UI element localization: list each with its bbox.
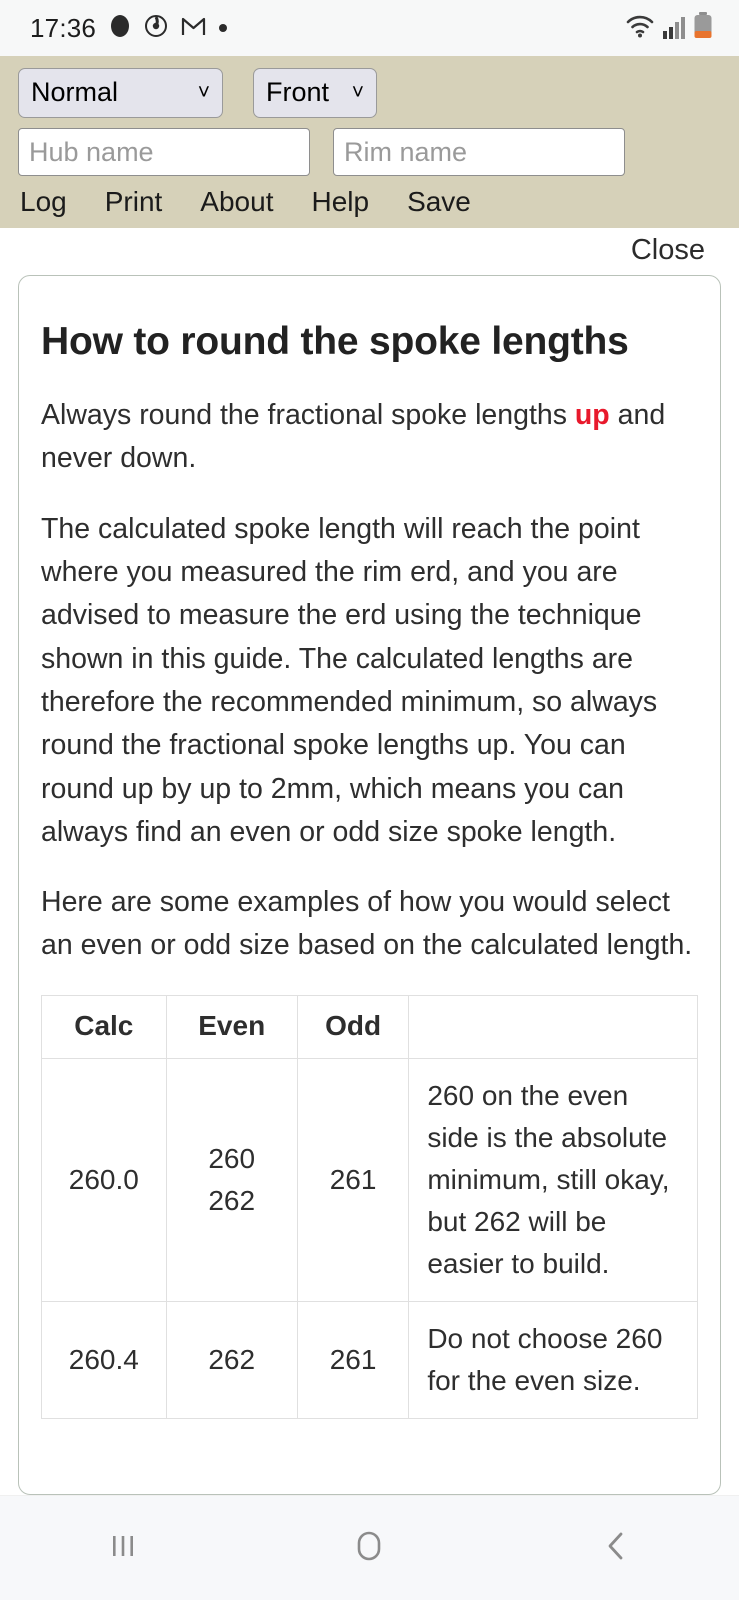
column-header-calc: Calc	[41, 994, 167, 1059]
cell-calc: 260.4	[41, 1300, 167, 1419]
dot-icon	[219, 24, 228, 32]
status-bar-right	[625, 12, 713, 44]
toolbar-selects-row: Normal ˅ Front ˅	[18, 68, 721, 118]
signal-icon	[662, 15, 686, 44]
menu-item-log[interactable]: Log	[20, 184, 67, 220]
wheel-side-select[interactable]: Front ˅	[253, 68, 377, 118]
toolbar-inputs-row	[18, 128, 721, 176]
hub-name-input[interactable]	[18, 128, 310, 176]
status-bar: 17:36	[0, 0, 739, 56]
rounding-examples-table: Calc Even Odd 260.0 260 262 261 260 on t…	[41, 994, 698, 1419]
spoke-pattern-select[interactable]: Normal ˅	[18, 68, 223, 118]
back-icon	[601, 1529, 631, 1568]
column-header-note	[408, 994, 698, 1059]
column-header-even: Even	[165, 994, 298, 1059]
even-option-1: 260	[208, 1142, 256, 1174]
system-navigation-bar	[0, 1495, 739, 1600]
toolbar-menu-row: Log Print About Help Save	[18, 184, 721, 220]
spoke-pattern-value: Normal	[31, 76, 119, 107]
paragraph-examples-intro: Here are some examples of how you would …	[41, 886, 693, 962]
status-bar-clock: 17:36	[30, 12, 97, 43]
app-root: 17:36 Normal ˅ Front ˅ Hub name Rim name…	[0, 0, 739, 1600]
table-head: Calc Even Odd	[41, 994, 698, 1059]
menu-item-help[interactable]: Help	[311, 184, 369, 220]
menu-item-about[interactable]: About	[200, 184, 273, 220]
cell-calc: 260.0	[41, 1057, 167, 1302]
status-bar-left: 17:36	[30, 12, 228, 44]
home-icon	[352, 1528, 386, 1569]
cell-even: 260 262	[165, 1057, 298, 1302]
menu-item-save[interactable]: Save	[407, 184, 471, 220]
paragraph1-pre: Always round the fractional spoke length…	[41, 399, 575, 431]
column-header-odd: Odd	[296, 994, 410, 1059]
chevron-down-icon: ˅	[351, 80, 364, 104]
cell-odd: 261	[296, 1300, 410, 1419]
gmail-icon	[181, 15, 206, 42]
table-body: 260.0 260 262 261 260 on the even side i…	[41, 1057, 698, 1419]
table-row: 260.4 262 261 Do not choose 260 for the …	[41, 1300, 698, 1419]
recent-apps-icon	[106, 1529, 140, 1568]
close-row: Close	[0, 228, 739, 275]
paragraph1-highlight: up	[574, 399, 610, 431]
battery-icon	[693, 12, 713, 44]
fingerprint-icon	[109, 14, 131, 43]
even-option-1: 262	[208, 1343, 256, 1375]
cell-note: 260 on the even side is the absolute min…	[408, 1057, 698, 1302]
menu-item-print[interactable]: Print	[105, 184, 163, 220]
rim-name-input[interactable]	[333, 128, 625, 176]
help-card: How to round the spoke lengths Always ro…	[18, 275, 721, 1495]
cell-note: Do not choose 260 for the even size.	[408, 1300, 698, 1419]
cell-odd: 261	[296, 1057, 410, 1302]
table-header-row: Calc Even Odd	[41, 994, 698, 1059]
app-toolbar: Normal ˅ Front ˅ Log Print About Help Sa…	[0, 56, 739, 228]
wheel-side-value: Front	[266, 76, 330, 107]
activity-icon	[144, 14, 168, 43]
paragraph-rounding-rule: Always round the fractional spoke length…	[41, 394, 698, 481]
help-overlay: Close How to round the spoke lengths Alw…	[0, 228, 739, 1495]
table-row: 260.0 260 262 261 260 on the even side i…	[41, 1057, 698, 1302]
page-title: How to round the spoke lengths	[41, 320, 629, 363]
paragraph-erd-explanation: The calculated spoke length will reach t…	[41, 512, 658, 848]
even-option-2: 262	[208, 1184, 256, 1216]
back-button[interactable]	[561, 1508, 671, 1588]
chevron-down-icon: ˅	[197, 80, 210, 104]
wifi-icon	[625, 13, 655, 44]
home-button[interactable]	[314, 1508, 424, 1588]
close-button[interactable]: Close	[631, 234, 705, 267]
cell-even: 262	[165, 1300, 298, 1419]
recent-apps-button[interactable]	[68, 1508, 178, 1588]
